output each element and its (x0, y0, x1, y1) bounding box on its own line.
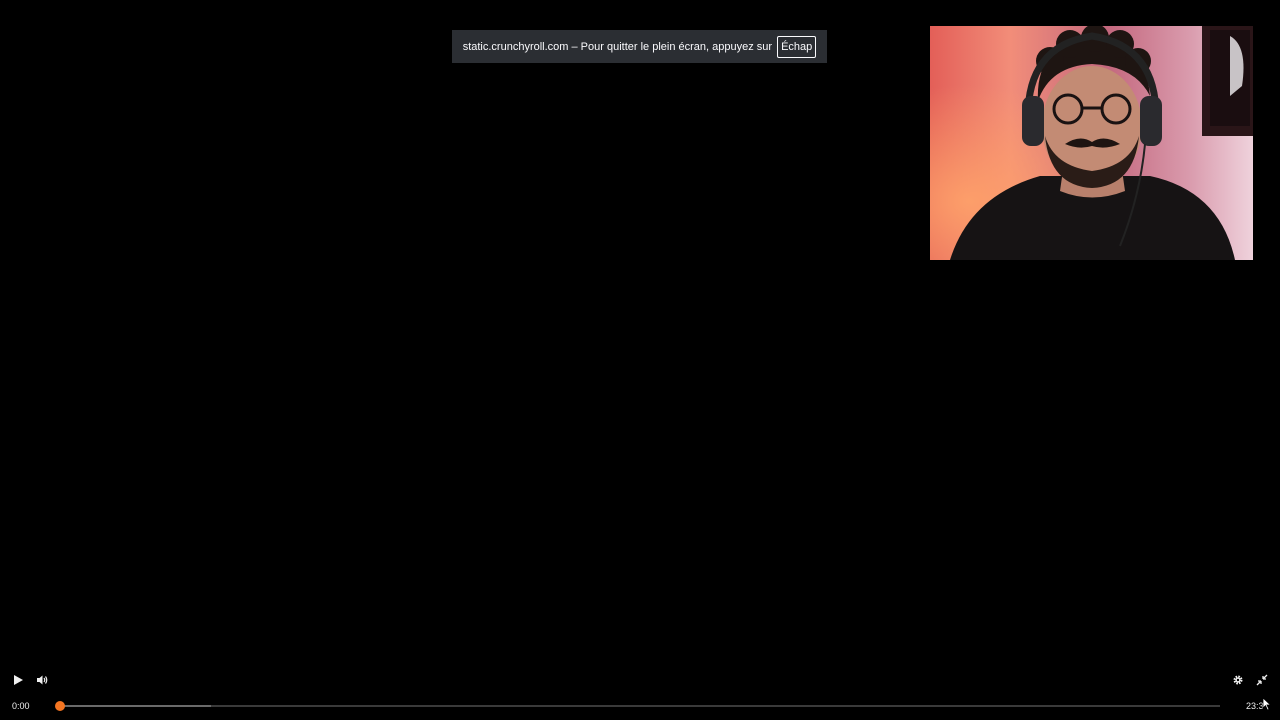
gear-icon (1233, 675, 1243, 685)
settings-button[interactable] (1228, 670, 1248, 690)
escape-key-hint: Échap (777, 35, 817, 58)
player-controls (0, 670, 1280, 692)
volume-button[interactable] (32, 670, 52, 690)
play-icon (14, 675, 23, 685)
fullscreen-notice: static.crunchyroll.com – Pour quitter le… (452, 30, 827, 63)
seek-bar[interactable] (55, 701, 1220, 711)
mouse-cursor-icon (1262, 697, 1272, 711)
streamer-webcam-image (930, 26, 1253, 260)
volume-icon (37, 675, 48, 685)
video-player[interactable]: static.crunchyroll.com – Pour quitter le… (0, 0, 1280, 720)
seek-handle[interactable] (55, 701, 65, 711)
fullscreen-notice-message: static.crunchyroll.com – Pour quitter le… (462, 40, 773, 53)
exit-fullscreen-button[interactable] (1252, 670, 1272, 690)
play-button[interactable] (8, 670, 28, 690)
exit-fullscreen-icon (1256, 674, 1268, 686)
webcam-overlay (930, 26, 1253, 260)
current-time: 0:00 (12, 701, 30, 711)
buffered-range (60, 705, 211, 707)
duration-time: 23:3 (1246, 701, 1264, 711)
